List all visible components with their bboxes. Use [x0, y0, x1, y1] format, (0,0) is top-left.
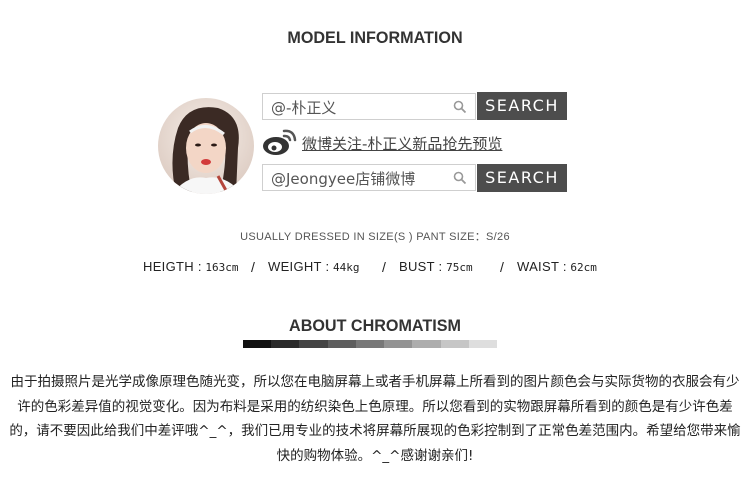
- measure-label: BUST :: [399, 259, 443, 274]
- measure-height: HEIGTH : 163cm: [143, 259, 239, 274]
- weibo-search-field-2[interactable]: @Jeongyee店铺微博: [262, 164, 476, 191]
- measure-value: 75cm: [446, 261, 473, 274]
- gray-scale-swatch: [384, 340, 413, 348]
- measure-weight: WEIGHT : 44kg: [268, 259, 360, 274]
- search-icon: [453, 100, 467, 119]
- weibo-follow-text[interactable]: 微博关注-朴正义新品抢先预览: [302, 133, 502, 154]
- weibo-icon: [262, 127, 298, 162]
- measure-value: 44kg: [333, 261, 360, 274]
- gray-scale-swatch: [299, 340, 328, 348]
- separator: /: [382, 259, 386, 275]
- gray-scale-swatch: [355, 340, 385, 348]
- weibo-search-field-1[interactable]: @-朴正义: [262, 93, 476, 120]
- measure-value: 163cm: [205, 261, 239, 274]
- gray-scale-swatch: [440, 340, 469, 348]
- search-icon: [453, 171, 467, 190]
- about-chromatism-title: ABOUT CHROMATISM: [289, 316, 461, 335]
- gray-scale-swatch: [243, 340, 272, 348]
- separator: /: [500, 259, 504, 275]
- chromatism-description: 由于拍摄照片是光学成像原理色随光变，所以您在电脑屏幕上或者手机屏幕上所看到的图片…: [9, 374, 741, 464]
- measure-label: WEIGHT :: [268, 259, 330, 274]
- measure-waist: WAIST : 62cm: [517, 259, 597, 274]
- gray-scale-swatch: [468, 340, 497, 348]
- measure-bust: BUST : 75cm: [399, 259, 473, 274]
- measure-label: HEIGTH :: [143, 259, 202, 274]
- gray-scale-swatch: [271, 340, 300, 348]
- model-information-title: MODEL INFORMATION: [287, 28, 463, 47]
- search-field-1-text: @-朴正义: [271, 99, 337, 117]
- gray-scale-swatch: [327, 340, 356, 348]
- separator: /: [251, 259, 255, 275]
- chromatism-gray-scale: [243, 340, 497, 348]
- measure-value: 62cm: [570, 261, 597, 274]
- measure-label: WAIST :: [517, 259, 567, 274]
- size-note: USUALLY DRESSED IN SIZE(S ) PANT SIZE：S/…: [240, 231, 510, 243]
- search-button-1[interactable]: SEARCH: [477, 92, 567, 120]
- gray-scale-swatch: [412, 340, 441, 348]
- model-avatar: [158, 98, 254, 194]
- search-button-2[interactable]: SEARCH: [477, 164, 567, 192]
- search-field-2-text: @Jeongyee店铺微博: [271, 170, 416, 188]
